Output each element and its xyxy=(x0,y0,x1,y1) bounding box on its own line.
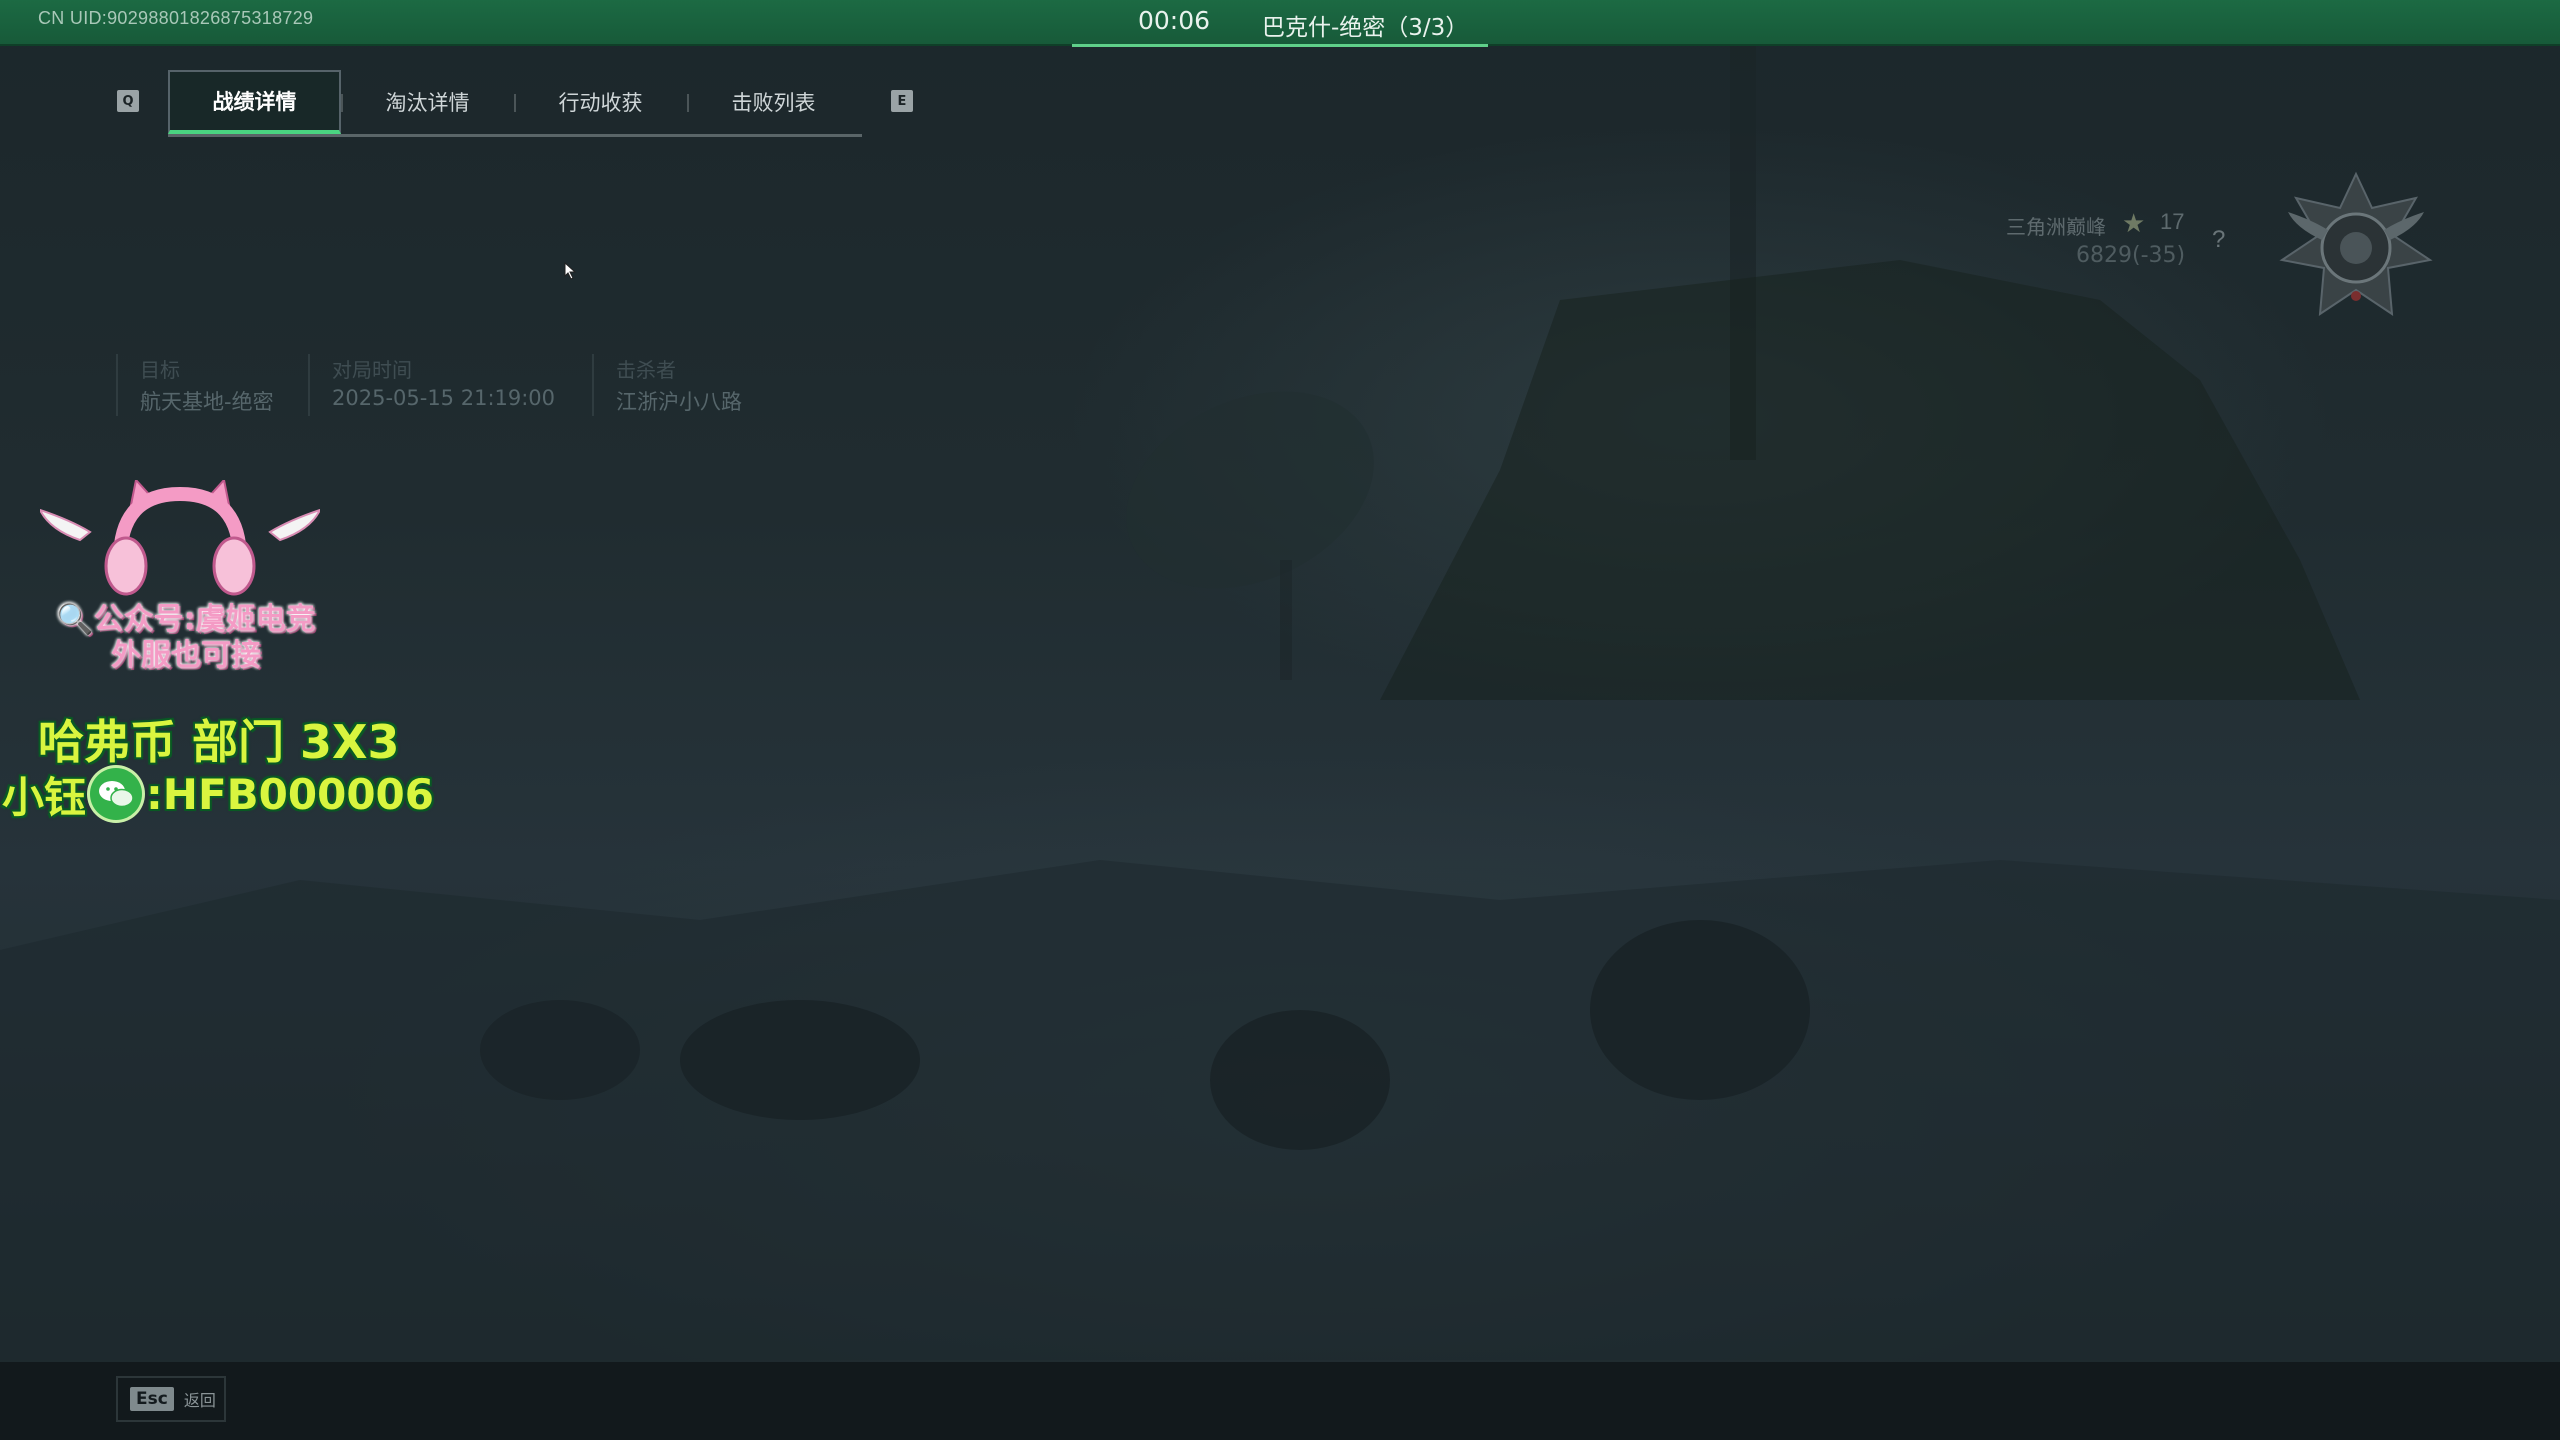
bottom-bar: Esc 返回 xyxy=(0,1362,2560,1440)
tab-label: 战绩详情 xyxy=(212,90,297,114)
tab-loot[interactable]: 行动收获 xyxy=(514,70,687,134)
divider xyxy=(116,354,118,416)
divider xyxy=(308,354,310,416)
map-mode-label: 巴克什-绝密（3/3） xyxy=(1262,15,1469,41)
divider xyxy=(592,354,594,416)
rank-name: 三角洲巅峰 xyxy=(2006,215,2106,239)
match-timer: 00:06 xyxy=(1138,6,1211,35)
back-button[interactable]: Esc 返回 xyxy=(116,1376,226,1422)
match-time-label: 对局时间 xyxy=(332,358,412,382)
tab-elimination-details[interactable]: 淘汰详情 xyxy=(341,70,514,134)
target-label: 目标 xyxy=(140,358,180,382)
rank-level: 17 xyxy=(2160,209,2185,234)
tab-label: 行动收获 xyxy=(558,91,643,115)
promo-line-2: 小钰 :HFB000006 xyxy=(2,766,434,822)
back-label: 返回 xyxy=(183,1391,216,1410)
match-timer-box: 00:06 巴克什-绝密（3/3） xyxy=(1072,0,1488,47)
rank-score: 6829(-35) xyxy=(2076,243,2186,268)
e-key-hint-icon[interactable]: E xyxy=(891,90,913,112)
killer-info: 击杀者 江浙沪小八路 xyxy=(592,350,792,420)
tab-label: 击败列表 xyxy=(731,91,816,115)
promo-prefix: 小钰 xyxy=(2,772,87,822)
rank-star-icon: ★ xyxy=(2122,208,2146,238)
headphone-cat-logo-icon xyxy=(40,480,320,596)
killer-label: 击杀者 xyxy=(616,358,676,382)
top-status-bar: CN UID:9029880182687531872​9 00:06 巴克什-绝… xyxy=(0,0,2560,47)
match-time-info: 对局时间 2025-05-15 21:19:00 xyxy=(308,350,588,420)
target-info: 目标 航天基地-绝密 xyxy=(116,350,306,420)
player-uid: CN UID:9029880182687531872​9 xyxy=(38,8,314,28)
tab-kill-list[interactable]: 击败列表 xyxy=(687,70,860,134)
ad-foreign-server: 外服也可接 xyxy=(111,638,261,673)
tab-label: 淘汰详情 xyxy=(385,91,470,115)
rank-help-icon[interactable]: ? xyxy=(2212,226,2225,254)
esc-key-icon: Esc xyxy=(130,1387,174,1411)
rank-badge-icon xyxy=(2279,171,2433,316)
mouse-cursor-icon xyxy=(564,262,577,280)
killer-value[interactable]: 江浙沪小八路 xyxy=(616,386,742,416)
wechat-icon xyxy=(90,768,143,820)
target-value: 航天基地-绝密 xyxy=(140,390,274,414)
post-match-screen: CN UID:9029880182687531872​9 00:06 巴克什-绝… xyxy=(0,0,2560,1440)
promo-id: :HFB000006 xyxy=(146,769,435,819)
tab-match-stats[interactable]: 战绩详情 xyxy=(168,70,341,134)
q-key-hint-icon[interactable]: Q xyxy=(117,90,139,112)
promo-line-1: 哈弗币 部门 3X3 xyxy=(38,715,400,769)
tab-bar: 战绩详情 淘汰详情 行动收获 击败列表 xyxy=(168,70,862,137)
match-time-value: 2025-05-15 21:19:00 xyxy=(332,386,556,410)
